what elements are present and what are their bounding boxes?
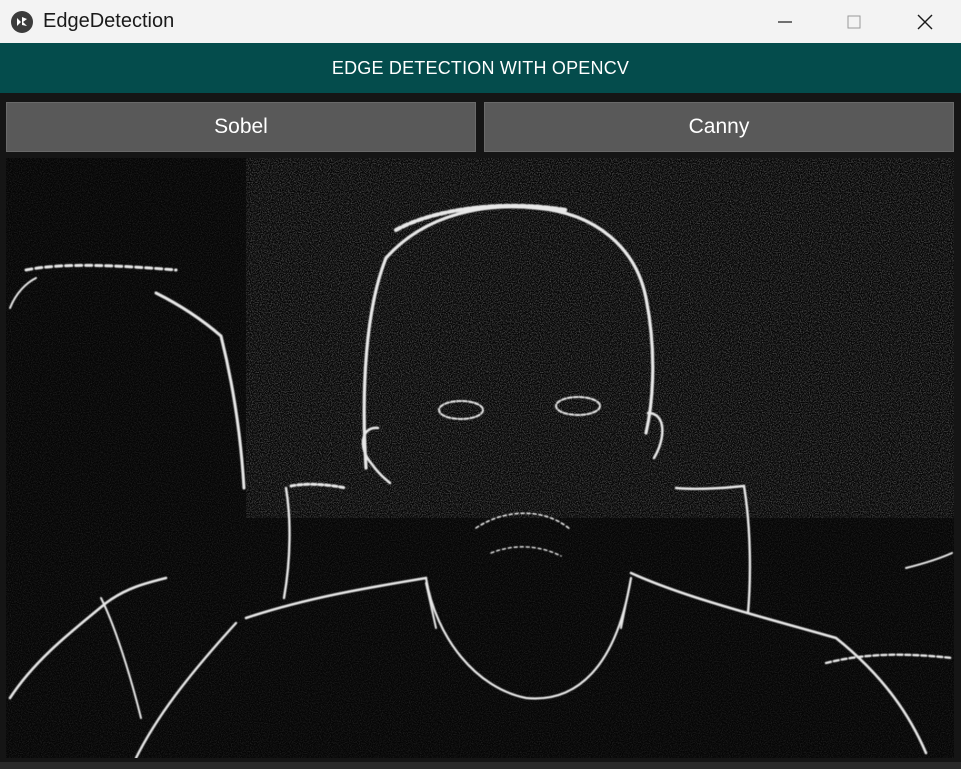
sobel-button[interactable]: Sobel [6, 102, 476, 152]
kivy-icon [11, 10, 33, 33]
close-icon [917, 14, 933, 29]
camera-edge-view [6, 158, 954, 758]
canny-button[interactable]: Canny [484, 102, 954, 152]
minimize-button[interactable] [762, 0, 808, 43]
window-title: EdgeDetection [43, 10, 175, 32]
maximize-button[interactable] [831, 0, 877, 43]
minimize-icon [778, 20, 792, 23]
window-bottom-edge [0, 762, 961, 769]
close-button[interactable] [902, 0, 948, 43]
app-window: EdgeDetection EDGE DETECTION WITH OPENCV… [0, 0, 961, 769]
title-bar[interactable]: EdgeDetection [0, 0, 961, 43]
app-header: EDGE DETECTION WITH OPENCV [0, 43, 961, 93]
maximize-icon [847, 15, 861, 28]
